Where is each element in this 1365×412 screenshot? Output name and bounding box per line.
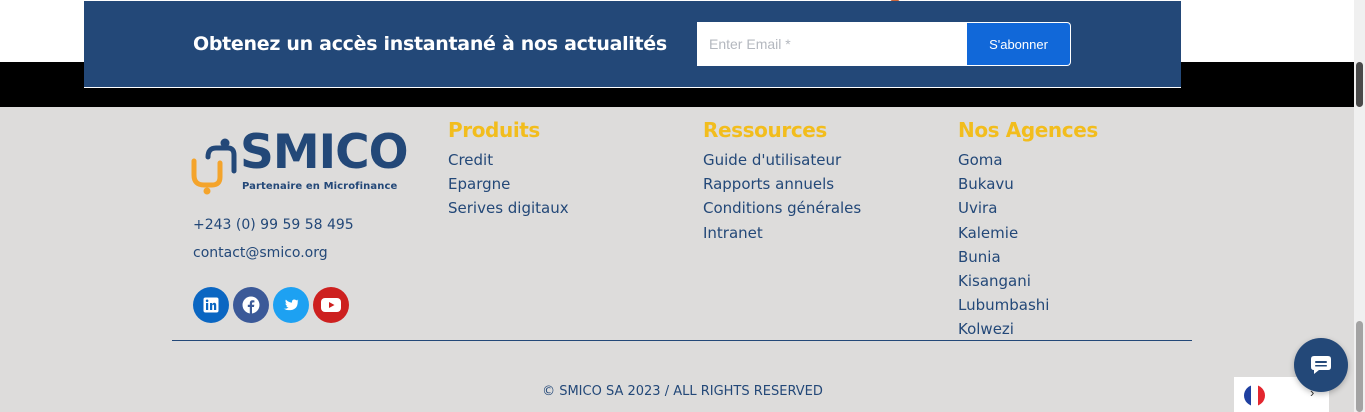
footer-link-kolwezi[interactable]: Kolwezi	[958, 317, 1098, 341]
subscribe-button[interactable]: S'abonner	[967, 22, 1071, 66]
footer-link-kisangani[interactable]: Kisangani	[958, 269, 1098, 293]
youtube-icon	[321, 298, 341, 312]
footer-link-lubumbashi[interactable]: Lubumbashi	[958, 293, 1098, 317]
footer-link-uvira[interactable]: Uvira	[958, 196, 1098, 220]
newsletter-banner: Obtenez un accès instantané à nos actual…	[84, 1, 1181, 88]
footer-link-goma[interactable]: Goma	[958, 148, 1098, 172]
twitter-icon	[283, 299, 299, 311]
footer-link-bukavu[interactable]: Bukavu	[958, 172, 1098, 196]
footer-link-rapports[interactable]: Rapports annuels	[703, 172, 861, 196]
newsletter-title: Obtenez un accès instantané à nos actual…	[193, 33, 667, 55]
logo-tagline: Partenaire en Microfinance	[242, 181, 398, 192]
logo-wordmark: SMICO	[240, 125, 409, 180]
scrollbar-upper-track	[1356, 62, 1363, 107]
footer-column-produits: Produits Credit Epargne Serives digitaux	[448, 117, 569, 221]
youtube-button[interactable]	[313, 287, 349, 323]
contact-phone[interactable]: +243 (0) 99 59 58 495	[193, 217, 354, 233]
linkedin-button[interactable]	[193, 287, 229, 323]
scrollbar-thumb[interactable]	[1356, 321, 1363, 412]
contact-email[interactable]: contact@smico.org	[193, 245, 328, 261]
footer-link-conditions[interactable]: Conditions générales	[703, 196, 861, 220]
footer-divider	[172, 340, 1192, 341]
footer-link-epargne[interactable]: Epargne	[448, 172, 569, 196]
footer-link-credit[interactable]: Credit	[448, 148, 569, 172]
footer-column-ressources: Ressources Guide d'utilisateur Rapports …	[703, 117, 861, 245]
column-title-agences: Nos Agences	[958, 118, 1098, 142]
smico-logo[interactable]: SMICO Partenaire en Microfinance	[190, 129, 410, 197]
social-links	[193, 287, 349, 323]
produits-list: Credit Epargne Serives digitaux	[448, 148, 569, 221]
copyright-text: © SMICO SA 2023 / ALL RIGHTS RESERVED	[542, 384, 823, 399]
column-title-produits: Produits	[448, 118, 540, 142]
footer-link-intranet[interactable]: Intranet	[703, 221, 861, 245]
smico-logo-mark-icon	[191, 138, 237, 195]
newsletter-email-input[interactable]	[697, 22, 968, 66]
twitter-button[interactable]	[273, 287, 309, 323]
column-title-ressources: Ressources	[703, 118, 827, 142]
facebook-icon	[242, 296, 260, 314]
footer-link-guide[interactable]: Guide d'utilisateur	[703, 148, 861, 172]
footer-link-kalemie[interactable]: Kalemie	[958, 221, 1098, 245]
france-flag-icon	[1244, 385, 1265, 406]
footer-column-agences: Nos Agences Goma Bukavu Uvira Kalemie Bu…	[958, 117, 1098, 342]
footer-link-services-digitaux[interactable]: Serives digitaux	[448, 196, 569, 220]
chat-bubble-icon	[1311, 356, 1331, 374]
page-scrollbar[interactable]	[1354, 0, 1365, 412]
footer-link-bunia[interactable]: Bunia	[958, 245, 1098, 269]
facebook-button[interactable]	[233, 287, 269, 323]
linkedin-icon	[203, 297, 219, 313]
chat-button[interactable]	[1294, 338, 1348, 392]
ressources-list: Guide d'utilisateur Rapports annuels Con…	[703, 148, 861, 245]
agences-list: Goma Bukavu Uvira Kalemie Bunia Kisangan…	[958, 148, 1098, 342]
